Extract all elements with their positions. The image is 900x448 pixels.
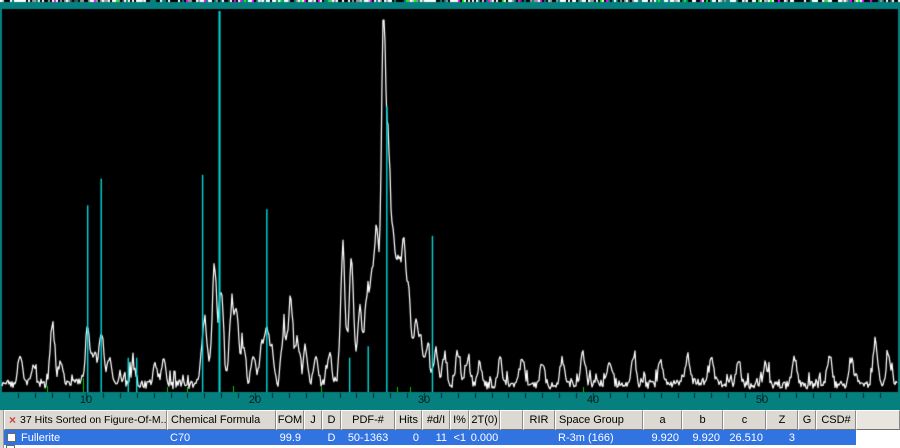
- header-cell-csd[interactable]: CSD#: [816, 410, 856, 430]
- row-cell-d_i: 11: [422, 430, 450, 445]
- xrd-search-match-window: 10 20 30 40 50 × 37 Hits Sorted on Figure-Of-…: [0, 0, 900, 448]
- row-cell-filler: [856, 430, 900, 445]
- header-cell-j[interactable]: J: [304, 410, 322, 430]
- row-cell-rir: [523, 430, 555, 445]
- row-cell-g: [798, 430, 816, 445]
- header-cell-filler: [856, 410, 900, 430]
- header-cell-a[interactable]: a: [643, 410, 682, 430]
- row-cell-hits_list: Fullerite: [4, 430, 167, 445]
- hits-table: × 37 Hits Sorted on Figure-Of-M... Chemica…: [4, 410, 900, 448]
- row-cell-blank: [500, 430, 523, 445]
- header-cell-rir[interactable]: RIR: [523, 410, 555, 430]
- header-cell-z[interactable]: Z: [766, 410, 798, 430]
- row-cell-pdf: 50-1363: [341, 430, 395, 445]
- row-cell-hits: 0: [395, 430, 422, 445]
- header-cell-hits_list[interactable]: × 37 Hits Sorted on Figure-Of-M...: [4, 410, 167, 430]
- row-cell-c: 26.510: [723, 430, 766, 445]
- phase-checkbox[interactable]: [7, 433, 16, 442]
- header-cell-blank[interactable]: [500, 410, 523, 430]
- hits-table-selected-row[interactable]: Fullerite C70 99.9 D 50-1363 0 11 <1 0.000 R-3m (…: [4, 430, 900, 445]
- row-cell-csd: [816, 430, 856, 445]
- row-cell-two_t0: 0.000: [469, 430, 500, 445]
- header-cell-formula[interactable]: Chemical Formula: [167, 410, 276, 430]
- header-label-hits-list: 37 Hits Sorted on Figure-Of-M...: [20, 414, 167, 426]
- hits-table-header: × 37 Hits Sorted on Figure-Of-M... Chemica…: [4, 410, 900, 430]
- row-cell-j: [304, 430, 322, 445]
- header-cell-c[interactable]: c: [723, 410, 766, 430]
- header-cell-fom[interactable]: FOM: [276, 410, 304, 430]
- row-cell-d: D: [322, 430, 341, 445]
- header-cell-two_t0[interactable]: 2T(0): [469, 410, 500, 430]
- header-cell-hits[interactable]: Hits: [395, 410, 422, 430]
- header-cell-pdf[interactable]: PDF-#: [341, 410, 395, 430]
- header-cell-i_pct[interactable]: I%: [450, 410, 469, 430]
- header-cell-g[interactable]: G: [798, 410, 816, 430]
- row-cell-b: 9.920: [682, 430, 723, 445]
- header-cell-space_group[interactable]: Space Group: [555, 410, 643, 430]
- close-hits-icon[interactable]: ×: [9, 414, 16, 426]
- header-cell-b[interactable]: b: [682, 410, 723, 430]
- row-cell-formula: C70: [167, 430, 276, 445]
- phase-name: Fullerite: [21, 431, 61, 444]
- diffraction-plot-canvas[interactable]: [0, 0, 900, 410]
- row-cell-z: 3: [766, 430, 798, 445]
- header-cell-d[interactable]: D: [322, 410, 341, 430]
- hits-table-area: × 37 Hits Sorted on Figure-Of-M... Chemica…: [0, 410, 900, 448]
- header-cell-d_i[interactable]: #d/I: [422, 410, 450, 430]
- row-cell-a: 9.920: [643, 430, 682, 445]
- row-cell-space_group: R-3m (166): [555, 430, 643, 445]
- row-cell-i_pct: <1: [450, 430, 469, 445]
- row-cell-fom: 99.9: [276, 430, 304, 445]
